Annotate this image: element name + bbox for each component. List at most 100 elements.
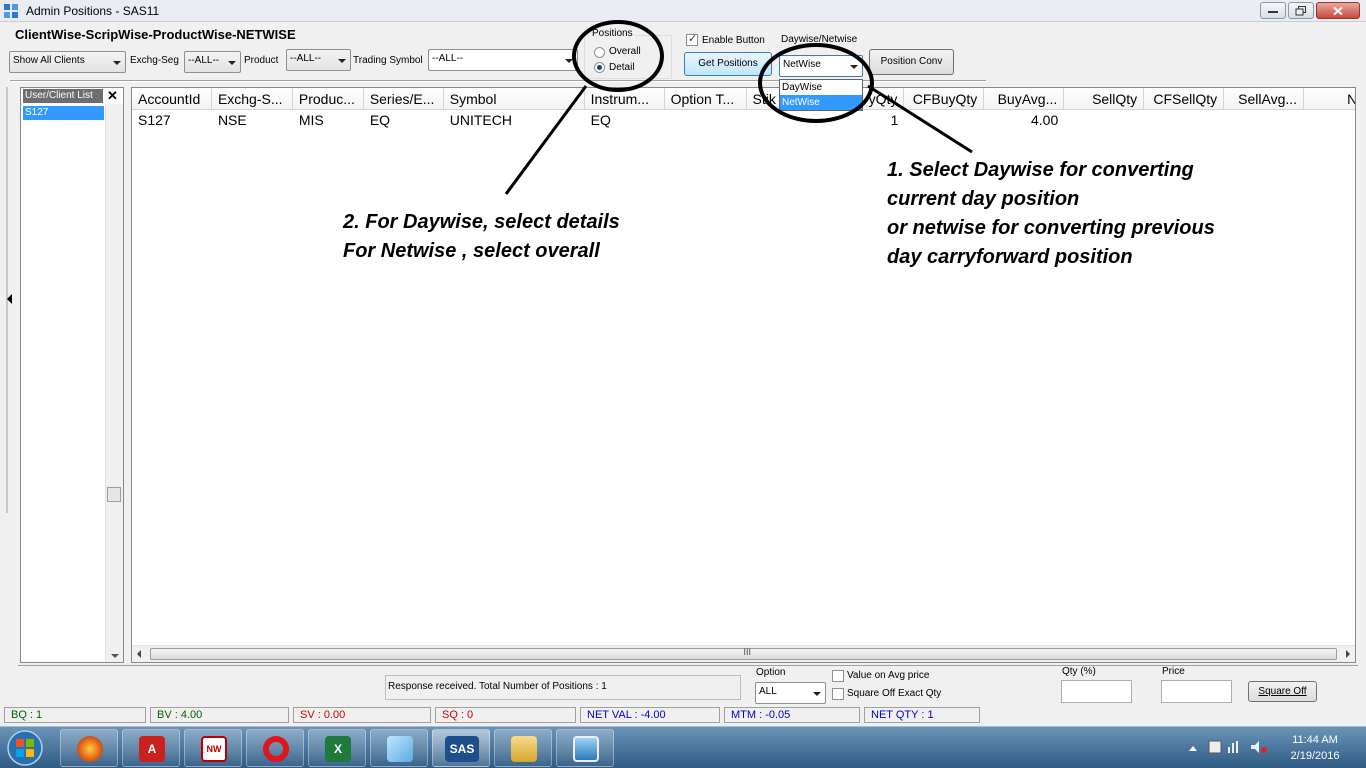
folder-icon	[511, 736, 537, 762]
dropdown-option-netwise[interactable]: NetWise	[780, 95, 862, 110]
taskbar-sas[interactable]: SAS	[432, 729, 490, 767]
column-header-symbol[interactable]: Symbol	[444, 88, 585, 110]
restore-icon	[1295, 5, 1306, 15]
taskbar-firefox[interactable]	[60, 729, 118, 767]
client-list-item[interactable]: S127	[23, 106, 104, 120]
scroll-left-icon[interactable]	[137, 650, 141, 658]
close-button[interactable]	[1316, 2, 1360, 19]
cell-exchseg: NSE	[217, 112, 247, 128]
daywise-netwise-dropdown: DayWise NetWise	[779, 79, 863, 111]
system-tray	[1189, 740, 1267, 754]
column-header-buyavg[interactable]: BuyAvg...	[984, 88, 1065, 110]
position-conv-button[interactable]: Position Conv	[869, 49, 954, 75]
cell-strike	[747, 111, 807, 129]
client-list-scrollbar[interactable]	[105, 104, 123, 662]
grid-horizontal-scrollbar[interactable]: III	[132, 645, 1355, 662]
product-select[interactable]: --ALL--	[286, 49, 351, 71]
cell-buyavg: 4.00	[1031, 112, 1059, 128]
get-positions-button[interactable]: Get Positions	[684, 52, 772, 76]
app-icon	[4, 4, 18, 18]
taskbar-notepad[interactable]	[370, 729, 428, 767]
table-row[interactable]: S127 NSE MIS EQ UNITECH EQ 1 4.00	[132, 111, 1355, 129]
detail-label: Detail	[609, 62, 635, 73]
daywise-netwise-value: NetWise	[783, 59, 821, 70]
enable-button-checkbox[interactable]	[686, 32, 698, 46]
autocad-icon: A	[139, 736, 165, 762]
scrollbar-thumb[interactable]: III	[150, 647, 1337, 660]
exchseg-select[interactable]: --ALL--	[184, 51, 241, 73]
square-off-button[interactable]: Square Off	[1248, 681, 1317, 702]
column-header-cfbuyqty[interactable]: CFBuyQty	[904, 88, 985, 110]
column-header-option-type[interactable]: Option T...	[665, 88, 747, 110]
cell-buyqty: 1	[890, 112, 899, 128]
minimize-icon	[1268, 10, 1278, 13]
taskbar-app-nwn[interactable]: NW	[184, 729, 242, 767]
status-cell: NET VAL : -4.00	[580, 707, 720, 723]
sas-icon: SAS	[445, 736, 479, 762]
taskbar-opera[interactable]	[246, 729, 304, 767]
annotation-line: For Netwise , select overall	[343, 240, 600, 262]
price-input[interactable]	[1161, 680, 1232, 703]
taskbar: A NW X SAS	[0, 726, 1366, 768]
qty-input[interactable]	[1061, 680, 1132, 703]
column-header-net[interactable]: Ne	[1304, 88, 1355, 110]
page-heading: ClientWise-ScripWise-ProductWise-NETWISE	[15, 27, 296, 42]
scrollbar-thumb[interactable]	[107, 487, 121, 502]
client-list-header: User/Client List	[23, 89, 103, 103]
trading-symbol-select[interactable]: --ALL--	[428, 49, 578, 71]
taskbar-autocad[interactable]: A	[122, 729, 180, 767]
column-header-instrument[interactable]: Instrum...	[585, 88, 665, 110]
bottom-separator	[18, 665, 1358, 667]
clock[interactable]: 11:44 AM 2/19/2016	[1280, 732, 1350, 764]
scroll-down-icon[interactable]	[111, 654, 119, 658]
cell-cfbuyqty	[904, 111, 984, 129]
taskbar-file-explorer[interactable]	[494, 729, 552, 767]
taskbar-display[interactable]	[556, 729, 614, 767]
column-header-series[interactable]: Series/E...	[364, 88, 444, 110]
product-label: Product	[244, 55, 279, 66]
dropdown-option-daywise[interactable]: DayWise	[780, 80, 862, 95]
annotation-line: 1. Select Daywise for converting	[887, 159, 1194, 181]
detail-radio[interactable]	[594, 62, 605, 73]
clock-date: 2/19/2016	[1290, 750, 1340, 762]
cell-accountid: S127	[138, 112, 171, 128]
status-cell: SV : 0.00	[293, 707, 431, 723]
excel-icon: X	[325, 736, 351, 762]
scroll-grip: III	[743, 647, 752, 657]
column-header-cfsellqty[interactable]: CFSellQty	[1144, 88, 1225, 110]
overall-radio[interactable]	[594, 47, 605, 58]
trading-symbol-value: --ALL--	[432, 53, 464, 64]
daywise-netwise-select[interactable]: NetWise	[779, 55, 863, 77]
display-icon	[573, 736, 599, 762]
cell-series: EQ	[369, 112, 391, 128]
square-off-exact-label: Square Off Exact Qty	[847, 688, 942, 699]
annotation-line: current day position	[887, 188, 1080, 210]
column-header-accountid[interactable]: AccountId	[132, 88, 212, 110]
cell-cfsellqty	[1144, 111, 1224, 129]
exchseg-value: --ALL--	[188, 55, 220, 66]
cell-instrument: EQ	[590, 112, 611, 128]
client-select[interactable]: Show All Clients	[9, 51, 126, 73]
status-cell: NET QTY : 1	[864, 707, 980, 723]
status-cell: BV : 4.00	[150, 707, 289, 723]
minimize-button[interactable]	[1260, 2, 1286, 19]
trading-symbol-label: Trading Symbol	[353, 55, 423, 66]
value-on-avg-checkbox[interactable]	[832, 670, 844, 682]
collapse-left-icon[interactable]	[7, 294, 12, 304]
square-off-exact-checkbox[interactable]	[832, 688, 844, 700]
taskbar-excel[interactable]: X	[308, 729, 366, 767]
annotation-line: day carryforward position	[887, 246, 1133, 268]
column-header-sellavg[interactable]: SellAvg...	[1224, 88, 1305, 110]
column-header-sellqty[interactable]: SellQty	[1064, 88, 1145, 110]
column-header-exchseg[interactable]: Exchg-S...	[212, 88, 293, 110]
cell-symbol: UNITECH	[449, 112, 512, 128]
status-bar: BQ : 1 BV : 4.00 SV : 0.00 SQ : 0 NET VAL : …	[4, 707, 1362, 723]
status-cell: BQ : 1	[4, 707, 146, 723]
windows-start-icon[interactable]	[3, 728, 48, 768]
restore-button[interactable]	[1288, 2, 1314, 19]
scroll-right-icon[interactable]	[1346, 650, 1350, 658]
close-icon	[1333, 6, 1343, 15]
close-icon[interactable]: ✕	[107, 88, 118, 104]
column-header-product[interactable]: Produc...	[293, 88, 364, 110]
option-select[interactable]: ALL	[755, 682, 826, 704]
